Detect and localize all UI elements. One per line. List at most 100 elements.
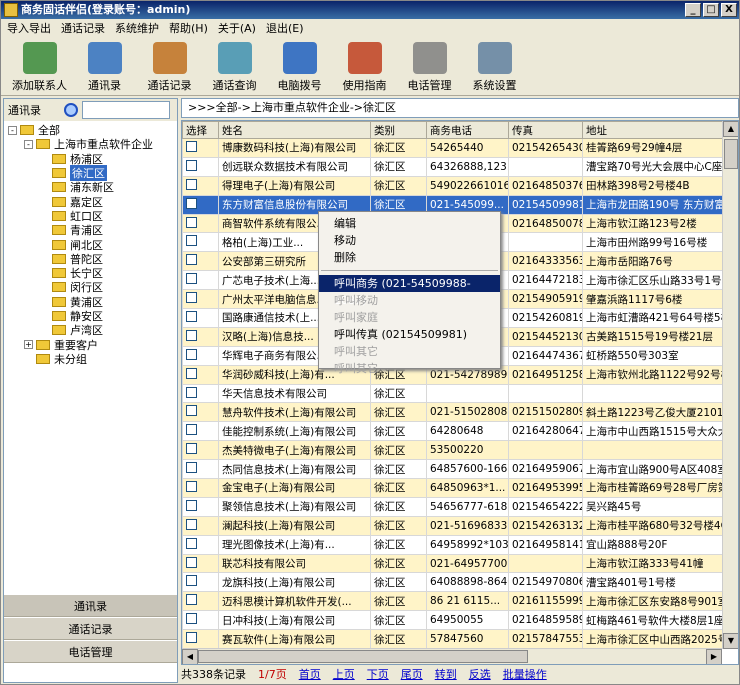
select-cell[interactable]: [182, 364, 219, 385]
scroll-left-icon[interactable]: ◀: [182, 649, 198, 664]
column-header[interactable]: 商务电话: [426, 121, 509, 139]
select-cell[interactable]: [182, 515, 219, 536]
table-row[interactable]: 华天信息技术有限公司 徐汇区: [182, 383, 738, 404]
row-checkbox[interactable]: [186, 556, 197, 568]
select-cell[interactable]: [182, 251, 219, 272]
vertical-scrollbar[interactable]: ▲ ▼: [722, 121, 738, 649]
table-row[interactable]: 赛瓦软件(上海)有限公司 徐汇区 57847560 02157847553 上海市徐汇区…: [182, 629, 738, 650]
toolbar-button-0[interactable]: 添加联系人: [7, 38, 72, 96]
expand-icon[interactable]: -: [8, 125, 17, 135]
status-link-3[interactable]: 尾页: [401, 666, 423, 682]
row-checkbox[interactable]: [186, 310, 197, 322]
tree-node[interactable]: 青浦区: [8, 223, 177, 237]
tree-node[interactable]: 普陀区: [8, 252, 177, 266]
column-header[interactable]: 姓名: [218, 121, 371, 139]
tree-node[interactable]: - 上海市重点软件企业: [8, 137, 177, 151]
row-checkbox[interactable]: [186, 273, 197, 285]
select-cell[interactable]: [182, 629, 219, 650]
scroll-thumb[interactable]: [724, 139, 738, 169]
menu-item-3[interactable]: 帮助(H): [169, 20, 208, 36]
select-cell[interactable]: [182, 478, 219, 498]
context-menu-item[interactable]: 移动: [319, 232, 500, 249]
table-row[interactable]: 理光图像技术(上海)有... 徐汇区 64958992*103 02164958141…: [182, 534, 738, 555]
select-cell[interactable]: [182, 213, 219, 234]
expand-icon[interactable]: +: [24, 340, 33, 350]
table-row[interactable]: 创远联众数据技术有限公司 徐汇区 64326888,123 漕宝路70号光大会展中心C…: [182, 156, 738, 177]
context-menu-item[interactable]: 删除: [319, 249, 500, 266]
tree-node[interactable]: 静安区: [8, 309, 177, 323]
select-cell[interactable]: [182, 591, 219, 612]
select-cell[interactable]: [182, 270, 219, 291]
row-checkbox[interactable]: [186, 367, 197, 379]
maximize-button[interactable]: □: [703, 3, 719, 17]
table-row[interactable]: 佳能控制系统(上海)有限公司 徐汇区 64280648 02164280647 上海市中…: [182, 421, 738, 442]
table-row[interactable]: 龙旗科技(上海)有限公司 徐汇区 64088898-8640 02154970806 漕…: [182, 572, 738, 593]
row-checkbox[interactable]: [186, 443, 197, 455]
column-header[interactable]: 地址: [582, 121, 738, 139]
toolbar-button-5[interactable]: 使用指南: [332, 38, 397, 96]
select-cell[interactable]: [182, 534, 219, 555]
table-row[interactable]: 日冲科技(上海)有限公司 徐汇区 64950055 02164859589 虹梅路461…: [182, 610, 738, 631]
expand-icon[interactable]: -: [24, 139, 33, 149]
minimize-button[interactable]: _: [685, 3, 701, 17]
row-checkbox[interactable]: [186, 140, 197, 152]
context-menu-item[interactable]: 呼叫传真 (02154509981): [319, 326, 500, 343]
select-cell[interactable]: [182, 232, 219, 253]
row-checkbox[interactable]: [186, 613, 197, 625]
context-menu-item[interactable]: 编辑: [319, 215, 500, 232]
row-checkbox[interactable]: [186, 159, 197, 171]
scroll-up-icon[interactable]: ▲: [723, 121, 738, 137]
row-checkbox[interactable]: [186, 197, 197, 209]
tree-node[interactable]: 闵行区: [8, 280, 177, 294]
row-checkbox[interactable]: [186, 405, 197, 417]
select-cell[interactable]: [182, 440, 219, 461]
horizontal-scrollbar[interactable]: ◀ ▶: [182, 648, 722, 664]
table-row[interactable]: 博康数码科技(上海)有限公司 徐汇区 54265440 02154265430 桂箐路6…: [182, 138, 738, 158]
select-cell[interactable]: [182, 610, 219, 631]
row-checkbox[interactable]: [186, 348, 197, 360]
column-header[interactable]: 类别: [370, 121, 427, 139]
tree-node[interactable]: 杨浦区: [8, 152, 177, 166]
table-row[interactable]: 澜起科技(上海)有限公司 徐汇区 021-51696833 02154263132 上海…: [182, 515, 738, 536]
select-cell[interactable]: [182, 572, 219, 593]
select-cell[interactable]: [182, 496, 219, 517]
status-link-0[interactable]: 首页: [299, 666, 321, 682]
row-checkbox[interactable]: [186, 537, 197, 549]
scroll-down-icon[interactable]: ▼: [723, 633, 738, 649]
column-header[interactable]: 传真: [508, 121, 583, 139]
select-cell[interactable]: [182, 326, 219, 347]
select-cell[interactable]: [182, 459, 219, 480]
select-cell[interactable]: [182, 156, 219, 177]
table-row[interactable]: 杰美特微电子(上海)有限公司 徐汇区 53500220: [182, 440, 738, 461]
menu-item-0[interactable]: 导入导出: [7, 20, 51, 36]
tree-node[interactable]: 卢湾区: [8, 323, 177, 337]
tree-node[interactable]: 黄浦区: [8, 295, 177, 309]
status-link-5[interactable]: 反选: [469, 666, 491, 682]
scroll-right-icon[interactable]: ▶: [706, 649, 722, 664]
menu-item-1[interactable]: 通话记录: [61, 20, 105, 36]
status-link-6[interactable]: 批量操作: [503, 666, 547, 682]
row-checkbox[interactable]: [186, 575, 197, 587]
select-cell[interactable]: [182, 175, 219, 196]
row-checkbox[interactable]: [186, 329, 197, 341]
row-checkbox[interactable]: [186, 462, 197, 474]
select-cell[interactable]: [182, 345, 219, 366]
table-row[interactable]: 金宝电子(上海)有限公司 徐汇区 64850963*1... 02164953995 上…: [182, 478, 738, 498]
nav-button-1[interactable]: 通话记录: [4, 617, 177, 640]
table-row[interactable]: 聚领信息技术(上海)有限公司 徐汇区 54656777-618 02154654222…: [182, 496, 738, 517]
select-cell[interactable]: [182, 289, 219, 310]
select-cell[interactable]: [182, 421, 219, 442]
tree-node[interactable]: 虹口区: [8, 209, 177, 223]
toolbar-button-2[interactable]: 通话记录: [137, 38, 202, 96]
select-cell[interactable]: [182, 402, 219, 423]
row-checkbox[interactable]: [186, 480, 197, 492]
status-link-1[interactable]: 上页: [333, 666, 355, 682]
hscroll-thumb[interactable]: [198, 650, 528, 663]
tree-node[interactable]: - 全部: [8, 123, 177, 137]
toolbar-button-7[interactable]: 系统设置: [462, 38, 527, 96]
row-checkbox[interactable]: [186, 292, 197, 304]
row-checkbox[interactable]: [186, 499, 197, 511]
nav-button-0[interactable]: 通讯录: [4, 594, 177, 617]
select-cell[interactable]: [182, 138, 219, 158]
table-row[interactable]: 杰同信息技术(上海)有限公司 徐汇区 64857600-166 02164959067…: [182, 459, 738, 480]
